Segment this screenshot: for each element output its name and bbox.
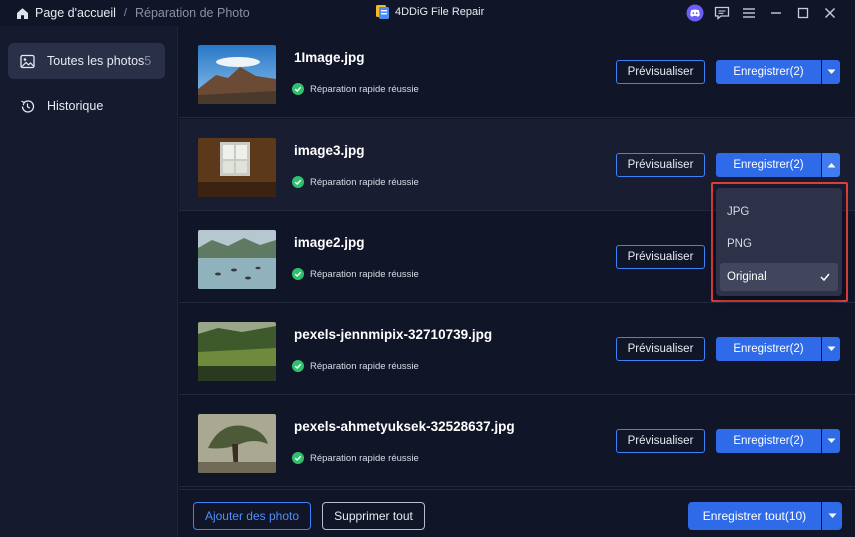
- preview-button[interactable]: Prévisualiser: [616, 153, 705, 177]
- minimize-icon[interactable]: [762, 4, 789, 22]
- repair-status: Réparation rapide réussie: [292, 452, 419, 464]
- feedback-icon[interactable]: [708, 4, 735, 22]
- success-check-icon: [292, 452, 304, 464]
- photo-thumbnail[interactable]: [198, 138, 276, 197]
- chevron-down-icon: [827, 346, 835, 351]
- home-icon[interactable]: [16, 7, 29, 20]
- footer-bar: Ajouter des photo Supprimer tout Enregis…: [179, 489, 855, 537]
- format-option-jpg[interactable]: JPG: [720, 198, 838, 226]
- sidebar: Toutes les photos 5 Historique: [0, 26, 178, 537]
- sidebar-item-label: Historique: [47, 99, 104, 113]
- preview-button[interactable]: Prévisualiser: [616, 60, 705, 84]
- photo-thumbnail[interactable]: [198, 45, 276, 104]
- status-text: Réparation rapide réussie: [310, 360, 419, 372]
- save-button[interactable]: Enregistrer(2): [716, 337, 821, 361]
- breadcrumb-separator: /: [123, 7, 127, 19]
- save-format-dropdown-button[interactable]: [822, 60, 840, 84]
- file-name: pexels-jennmipix-32710739.jpg: [294, 327, 493, 342]
- app-logo-icon: [376, 5, 389, 19]
- save-button[interactable]: Enregistrer(2): [716, 153, 821, 177]
- success-check-icon: [292, 83, 304, 95]
- file-name: image3.jpg: [294, 143, 365, 158]
- app-name: 4DDiG File Repair: [395, 6, 485, 18]
- menu-icon[interactable]: [735, 4, 762, 22]
- save-format-dropdown-button[interactable]: [822, 153, 840, 177]
- repair-status: Réparation rapide réussie: [292, 360, 419, 372]
- sidebar-item-all-photos[interactable]: Toutes les photos 5: [8, 43, 165, 79]
- repair-status: Réparation rapide réussie: [292, 176, 419, 188]
- window-controls: [681, 4, 843, 22]
- list-item: 1Image.jpg Réparation rapide réussie Pré…: [179, 26, 855, 118]
- repair-status: Réparation rapide réussie: [292, 268, 419, 280]
- chevron-up-icon: [827, 163, 835, 168]
- photo-thumbnail[interactable]: [198, 230, 276, 289]
- repair-status: Réparation rapide réussie: [292, 83, 419, 95]
- status-text: Réparation rapide réussie: [310, 83, 419, 95]
- format-dropdown-menu: JPG PNG Original: [716, 188, 842, 296]
- sidebar-item-label: Toutes les photos: [47, 54, 145, 68]
- format-option-original[interactable]: Original: [720, 263, 838, 291]
- save-format-dropdown-button[interactable]: [822, 429, 840, 453]
- add-photos-button[interactable]: Ajouter des photo: [193, 502, 311, 530]
- close-icon[interactable]: [816, 4, 843, 22]
- success-check-icon: [292, 360, 304, 372]
- chevron-down-icon: [827, 69, 835, 74]
- list-item: pexels-jennmipix-32710739.jpg Réparation…: [179, 303, 855, 395]
- image-icon: [20, 54, 35, 68]
- status-text: Réparation rapide réussie: [310, 268, 419, 280]
- delete-all-button[interactable]: Supprimer tout: [322, 502, 425, 530]
- breadcrumb-home[interactable]: Page d'accueil: [35, 6, 116, 20]
- discord-icon[interactable]: [681, 4, 708, 22]
- breadcrumb: Page d'accueil / Réparation de Photo: [0, 6, 250, 20]
- photo-thumbnail[interactable]: [198, 322, 276, 381]
- maximize-icon[interactable]: [789, 4, 816, 22]
- format-option-png[interactable]: PNG: [720, 230, 838, 258]
- file-name: 1Image.jpg: [294, 50, 365, 65]
- preview-button[interactable]: Prévisualiser: [616, 429, 705, 453]
- title-bar: Page d'accueil / Réparation de Photo 4DD…: [0, 0, 855, 26]
- sidebar-item-history[interactable]: Historique: [8, 88, 165, 124]
- save-format-dropdown-button[interactable]: [822, 337, 840, 361]
- app-title: 4DDiG File Repair: [376, 5, 484, 19]
- success-check-icon: [292, 176, 304, 188]
- chevron-down-icon: [827, 438, 835, 443]
- photo-count: 5: [144, 54, 152, 68]
- status-text: Réparation rapide réussie: [310, 176, 419, 188]
- history-icon: [21, 99, 35, 113]
- file-name: pexels-ahmetyuksek-32528637.jpg: [294, 419, 515, 434]
- success-check-icon: [292, 268, 304, 280]
- preview-button[interactable]: Prévisualiser: [616, 337, 705, 361]
- check-icon: [820, 273, 830, 281]
- breadcrumb-current: Réparation de Photo: [134, 6, 250, 20]
- file-name: image2.jpg: [294, 235, 365, 250]
- save-button[interactable]: Enregistrer(2): [716, 429, 821, 453]
- chevron-down-icon: [828, 513, 836, 518]
- list-item: pexels-ahmetyuksek-32528637.jpg Réparati…: [179, 395, 855, 487]
- format-option-label: Original: [727, 271, 767, 283]
- save-all-dropdown-button[interactable]: [822, 502, 842, 530]
- save-all-button[interactable]: Enregistrer tout(10): [688, 502, 821, 530]
- preview-button[interactable]: Prévisualiser: [616, 245, 705, 269]
- save-button[interactable]: Enregistrer(2): [716, 60, 821, 84]
- status-text: Réparation rapide réussie: [310, 452, 419, 464]
- photo-thumbnail[interactable]: [198, 414, 276, 473]
